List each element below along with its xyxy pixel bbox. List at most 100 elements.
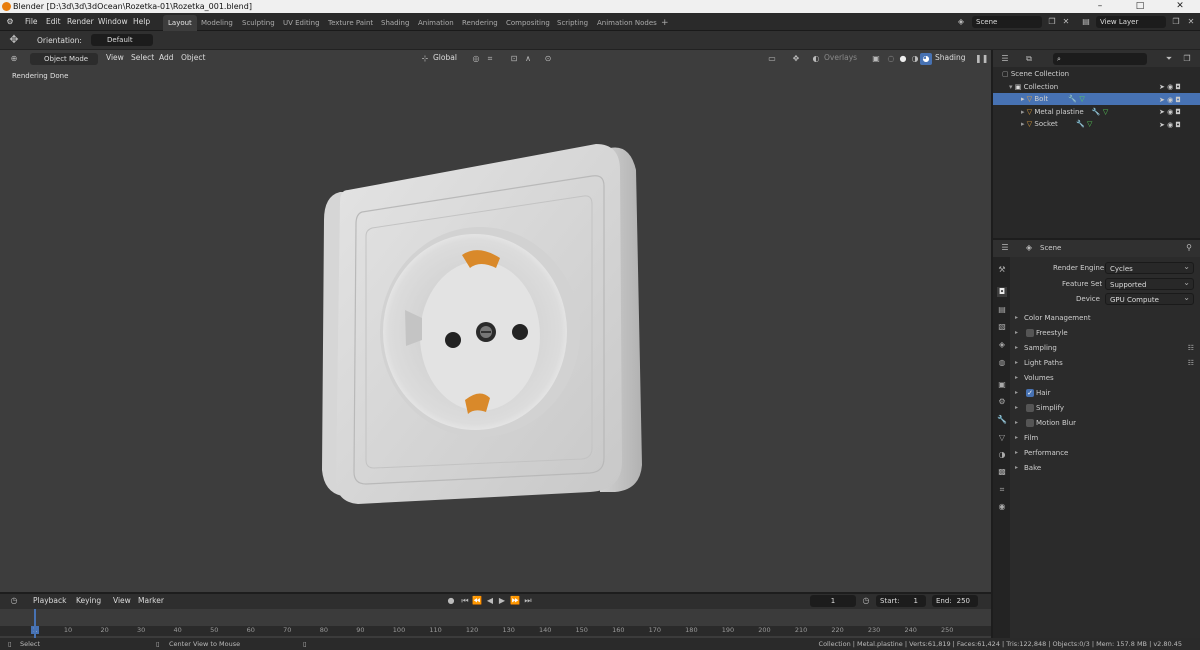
rendered-shading-icon[interactable]: ◕: [920, 53, 932, 65]
render-engine-dropdown[interactable]: Cycles: [1105, 261, 1194, 274]
end-frame-field[interactable]: End: 250: [932, 595, 978, 607]
tab-scripting[interactable]: Scripting: [552, 15, 593, 31]
transform-orientation-value[interactable]: Global: [433, 49, 457, 67]
blender-menu-icon[interactable]: ⚙: [4, 16, 16, 28]
minimize-icon[interactable]: –: [1080, 0, 1120, 13]
prev-keyframe-icon[interactable]: ⏪: [471, 595, 483, 607]
timeline-menu-view[interactable]: View: [113, 592, 131, 610]
editor-type-icon[interactable]: ⊕: [8, 53, 20, 65]
motion-blur-checkbox[interactable]: [1026, 419, 1034, 427]
xray-icon[interactable]: ▣: [870, 53, 882, 65]
viewport-menu-add[interactable]: Add: [159, 49, 174, 67]
panel-simplify[interactable]: ▸ Simplify: [1012, 402, 1064, 414]
overlays-label[interactable]: Overlays: [824, 49, 857, 67]
pivot-icon[interactable]: ◎: [470, 53, 482, 65]
freestyle-checkbox[interactable]: [1026, 329, 1034, 337]
filter-icon[interactable]: ⏷: [1163, 53, 1175, 65]
hair-checkbox[interactable]: ✓: [1026, 389, 1034, 397]
transform-tool-icon[interactable]: ✥: [8, 34, 20, 46]
timeline-menu-playback[interactable]: Playback: [33, 592, 66, 610]
constraints-tab-icon[interactable]: ◑: [997, 450, 1007, 460]
menu-edit[interactable]: Edit: [46, 13, 61, 31]
physics-tab-icon[interactable]: ▽: [997, 433, 1007, 443]
simplify-checkbox[interactable]: [1026, 404, 1034, 412]
presets-list-icon[interactable]: ☷: [1188, 342, 1194, 354]
view-layer-icon[interactable]: ▤: [1080, 16, 1092, 28]
tab-layout[interactable]: Layout: [163, 15, 197, 31]
outliner-editor-icon[interactable]: ☰: [999, 53, 1011, 65]
object-tab-icon[interactable]: ▣: [997, 380, 1007, 390]
play-icon[interactable]: ▶: [496, 595, 508, 607]
texture-tab-icon[interactable]: ◉: [997, 502, 1007, 512]
view-layer-field[interactable]: View Layer: [1096, 16, 1166, 28]
tab-texture-paint[interactable]: Texture Paint: [323, 15, 378, 31]
tab-animation[interactable]: Animation: [413, 15, 459, 31]
falloff-icon[interactable]: ⊙: [542, 53, 554, 65]
tab-shading[interactable]: Shading: [376, 15, 414, 31]
mode-dropdown[interactable]: Object Mode: [30, 53, 98, 65]
current-frame-field[interactable]: 1: [810, 595, 856, 607]
panel-freestyle[interactable]: ▸ Freestyle: [1012, 327, 1068, 339]
viewport-menu-select[interactable]: Select: [131, 49, 154, 67]
tree-item-collection[interactable]: ▾ ▣ Collection: [1009, 81, 1058, 93]
solid-shading-icon[interactable]: ●: [897, 53, 909, 65]
feature-set-dropdown[interactable]: Supported: [1105, 277, 1194, 290]
tab-sculpting[interactable]: Sculpting: [237, 15, 280, 31]
view-object-types-icon[interactable]: ▭: [766, 53, 778, 65]
row-restrict-icons[interactable]: ➤ ◉ ◘: [1159, 81, 1199, 94]
properties-editor-icon[interactable]: ☰: [999, 242, 1011, 254]
panel-sampling[interactable]: ▸ Sampling ☷: [1012, 342, 1198, 354]
panel-film[interactable]: ▸ Film: [1012, 432, 1038, 444]
row-restrict-icons[interactable]: ➤ ◉ ◘: [1159, 94, 1199, 107]
viewport-menu-view[interactable]: View: [106, 49, 124, 67]
panel-performance[interactable]: ▸ Performance: [1012, 447, 1068, 459]
jump-start-icon[interactable]: ⏮: [459, 595, 471, 607]
world-tab-icon[interactable]: ◍: [997, 358, 1007, 368]
output-tab-icon[interactable]: ▤: [997, 305, 1007, 315]
viewport-menu-object[interactable]: Object: [181, 49, 205, 67]
view-layer-tab-icon[interactable]: ▧: [997, 322, 1007, 332]
row-restrict-icons[interactable]: ➤ ◉ ◘: [1159, 119, 1199, 132]
display-mode-icon[interactable]: ⧉: [1023, 53, 1035, 65]
timeline-editor-icon[interactable]: ◷: [8, 595, 20, 607]
render-tab-icon[interactable]: ◘: [997, 287, 1007, 297]
scene-icon[interactable]: ◈: [955, 16, 967, 28]
clock-icon[interactable]: ◷: [860, 595, 872, 607]
new-collection-icon[interactable]: ❐: [1181, 53, 1193, 65]
menu-render[interactable]: Render: [67, 13, 94, 31]
tab-uv-editing[interactable]: UV Editing: [278, 15, 325, 31]
tab-compositing[interactable]: Compositing: [501, 15, 555, 31]
wrench-tab-icon[interactable]: 🔧: [997, 415, 1007, 425]
panel-color-management[interactable]: ▸ Color Management: [1012, 312, 1091, 324]
panel-motion-blur[interactable]: ▸ Motion Blur: [1012, 417, 1076, 429]
outliner-search-input[interactable]: ⌕: [1053, 53, 1147, 65]
panel-volumes[interactable]: ▸ Volumes: [1012, 372, 1054, 384]
tool-tab-icon[interactable]: ⚒: [997, 265, 1007, 275]
record-icon[interactable]: ●: [445, 595, 457, 607]
new-scene-icon[interactable]: ❐: [1046, 16, 1058, 28]
presets-list-icon[interactable]: ☷: [1188, 357, 1194, 369]
new-view-layer-icon[interactable]: ❐: [1170, 16, 1182, 28]
maximize-icon[interactable]: □: [1120, 0, 1160, 13]
jump-end-icon[interactable]: ⏭: [522, 595, 534, 607]
overlays-icon[interactable]: ◐: [810, 53, 822, 65]
tab-rendering[interactable]: Rendering: [457, 15, 503, 31]
transform-orientation-icon[interactable]: ⊹: [419, 53, 431, 65]
snap-icon[interactable]: ⌗: [484, 53, 496, 65]
modifier-tab-icon[interactable]: ⚙: [997, 397, 1007, 407]
play-reverse-icon[interactable]: ◀: [484, 595, 496, 607]
gizmo-icon[interactable]: ✥: [790, 53, 802, 65]
delete-scene-icon[interactable]: ✕: [1060, 16, 1072, 28]
material-tab-icon[interactable]: ▩: [997, 467, 1007, 477]
scene-field[interactable]: Scene: [972, 16, 1042, 28]
scene-tab-icon[interactable]: ◈: [997, 340, 1007, 350]
close-icon[interactable]: ✕: [1160, 0, 1200, 13]
proportional-editing-icon[interactable]: ∧: [522, 53, 534, 65]
panel-light-paths[interactable]: ▸ Light Paths ☷: [1012, 357, 1198, 369]
add-workspace-button[interactable]: +: [656, 15, 674, 31]
next-keyframe-icon[interactable]: ⏩: [509, 595, 521, 607]
menu-file[interactable]: File: [25, 13, 38, 31]
orientation-dropdown[interactable]: Default: [91, 34, 153, 46]
panel-bake[interactable]: ▸ Bake: [1012, 462, 1041, 474]
panel-hair[interactable]: ▸ ✓ Hair: [1012, 387, 1050, 399]
